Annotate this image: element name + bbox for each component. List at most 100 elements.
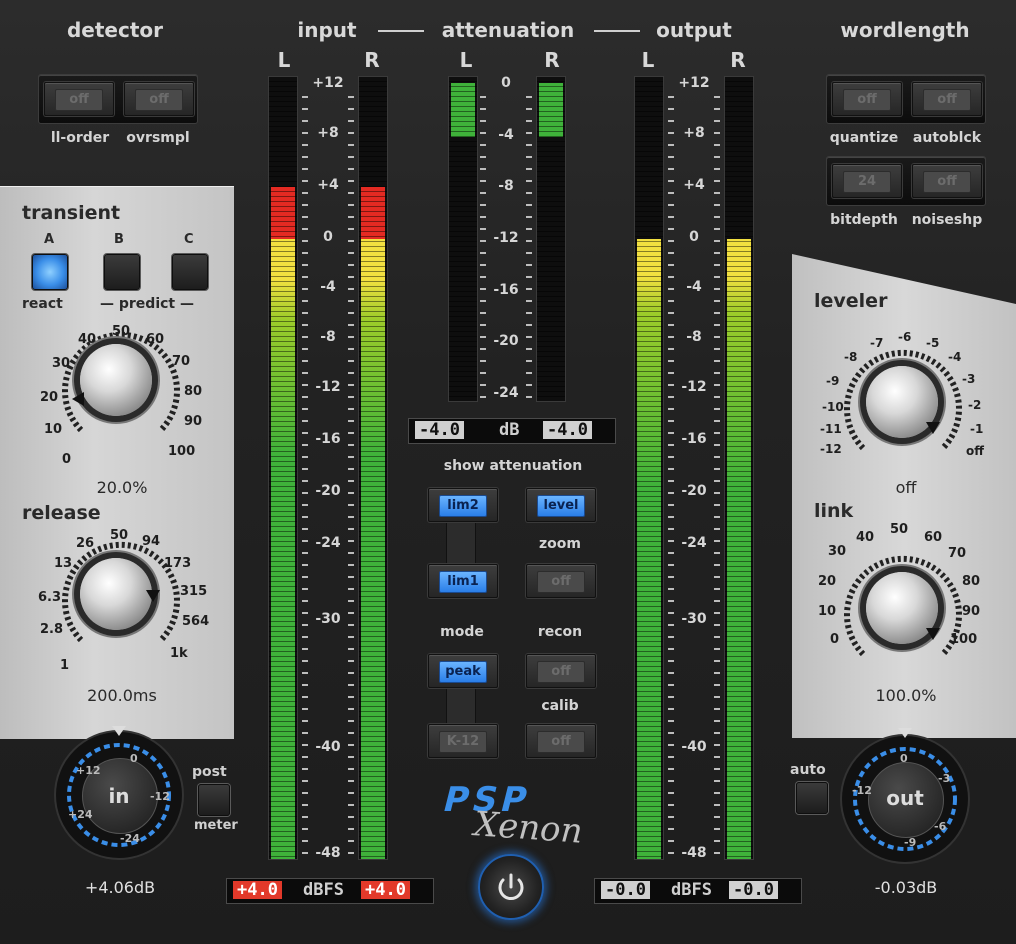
output-header: output [656, 18, 732, 42]
lim2-button[interactable]: lim2 [428, 488, 498, 522]
meter-segment-line [635, 626, 663, 627]
meter-tick-mark [348, 684, 354, 686]
meter-segment-line [269, 536, 297, 537]
meter-tick-mark [348, 780, 354, 782]
leveler-dial-label: -10 [822, 400, 844, 414]
meter-tick-mark [714, 360, 720, 362]
meter-segment-line [725, 281, 753, 282]
meter-segment-line [269, 546, 297, 547]
meter-segment-line [635, 481, 663, 482]
meter-segment-line [725, 471, 753, 472]
lim1-button[interactable]: lim1 [428, 564, 498, 598]
calib-label: calib [541, 698, 579, 714]
meter-segment-line [725, 771, 753, 772]
calib-selector[interactable]: off [526, 724, 596, 758]
meter-segment-line [269, 701, 297, 702]
meter-tick-mark [526, 336, 532, 338]
meter-segment-line [359, 221, 387, 222]
atten-l-label: L [459, 48, 473, 72]
ll-order-button[interactable]: off [44, 82, 114, 116]
meter-segment-line [269, 486, 297, 487]
meter-segment-line [449, 176, 477, 177]
meter-tick-mark [668, 852, 674, 854]
auto-button[interactable] [796, 782, 828, 814]
meter-segment-line [725, 426, 753, 427]
meter-segment-line [269, 341, 297, 342]
bitdepth-button[interactable]: 24 [832, 164, 902, 198]
meter-segment-line [359, 556, 387, 557]
meter-segment-line [269, 91, 297, 92]
k12-selector[interactable]: K-12 [428, 724, 498, 758]
meter-segment-line [359, 281, 387, 282]
meter-segment-line [635, 661, 663, 662]
meter-segment-line [537, 266, 565, 267]
meter-segment-line [537, 111, 565, 112]
level-button[interactable]: level [526, 488, 596, 522]
meter-segment-line [725, 786, 753, 787]
meter-segment-line [635, 561, 663, 562]
meter-segment-line [635, 376, 663, 377]
meter-segment-line [725, 571, 753, 572]
meter-tick-mark [302, 528, 308, 530]
meter-segment-line [635, 171, 663, 172]
meter-tick-mark [302, 264, 308, 266]
meter-tick-mark [668, 768, 674, 770]
meter-segment-line [725, 776, 753, 777]
meter-segment-line [537, 91, 565, 92]
output-meter-scale: +12 +8 +4 0 -4 -8 -12 -16 -20 -24 -30 -40 -48 [666, 75, 722, 861]
meter-tick-mark [668, 648, 674, 650]
transient-b-button[interactable] [104, 254, 140, 290]
meter-segment-line [635, 166, 663, 167]
meter-segment-line [725, 501, 753, 502]
meter-segment-line [359, 791, 387, 792]
meter-segment-line [537, 181, 565, 182]
meter-segment-line [359, 266, 387, 267]
meter-tick-mark [348, 564, 354, 566]
meter-tick-mark [668, 468, 674, 470]
power-button[interactable] [478, 854, 544, 920]
meter-segment-line [635, 201, 663, 202]
meter-segment-line [269, 591, 297, 592]
meter-segment-line [725, 616, 753, 617]
meter-tick-mark [348, 408, 354, 410]
meter-segment-line [725, 256, 753, 257]
meter-segment-line [359, 486, 387, 487]
link-dial-label: 90 [962, 604, 981, 619]
post-meter-button[interactable] [198, 784, 230, 816]
meter-segment-line [635, 176, 663, 177]
auto-label: auto [790, 762, 826, 778]
meter-segment-line [269, 306, 297, 307]
peak-mode-button[interactable]: peak [428, 654, 498, 688]
meter-segment-line [725, 341, 753, 342]
meter-segment-line [635, 446, 663, 447]
transient-knob[interactable] [80, 344, 152, 416]
meter-tick-mark [714, 396, 720, 398]
meter-segment-line [725, 756, 753, 757]
meter-segment-line [725, 401, 753, 402]
meter-segment-line [725, 531, 753, 532]
transient-c-button[interactable] [172, 254, 208, 290]
meter-segment-line [359, 451, 387, 452]
meter-segment-line [359, 401, 387, 402]
meter-segment-line [449, 181, 477, 182]
meter-tick-mark [668, 672, 674, 674]
transient-a-button[interactable] [32, 254, 68, 290]
meter-segment-line [359, 461, 387, 462]
release-knob[interactable] [80, 558, 152, 630]
recon-button[interactable]: off [526, 654, 596, 688]
noiseshp-button[interactable]: off [912, 164, 982, 198]
meter-segment-line [725, 711, 753, 712]
zoom-button[interactable]: off [526, 564, 596, 598]
autoblck-button[interactable]: off [912, 82, 982, 116]
quantize-button[interactable]: off [832, 82, 902, 116]
meter-tick-mark [668, 144, 674, 146]
meter-segment-line [449, 351, 477, 352]
meter-segment-line [359, 676, 387, 677]
leveler-dial-label: -1 [970, 422, 984, 436]
meter-segment-line [635, 356, 663, 357]
meter-segment-line [635, 756, 663, 757]
ovrsmpl-button[interactable]: off [124, 82, 194, 116]
detector-header: detector [66, 18, 164, 42]
meter-segment-line [449, 136, 477, 137]
meter-tick-mark [302, 432, 308, 434]
